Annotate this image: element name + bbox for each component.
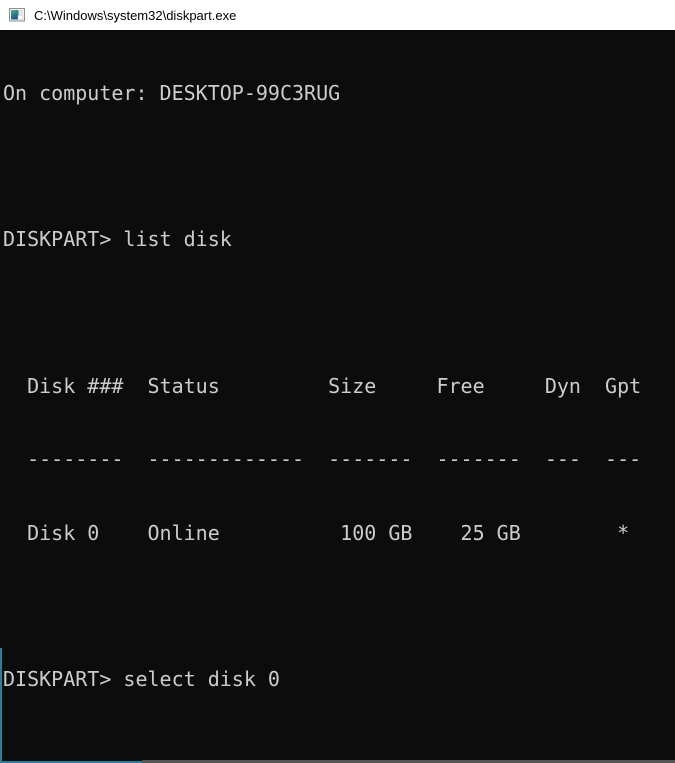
disk-table-divider: -------- ------------- ------- ------- -… bbox=[3, 447, 675, 471]
terminal-line bbox=[3, 301, 675, 325]
terminal-output[interactable]: On computer: DESKTOP-99C3RUG DISKPART> l… bbox=[0, 30, 675, 763]
console-app-icon bbox=[9, 7, 25, 23]
window-border-left bbox=[0, 648, 2, 763]
terminal-line: On computer: DESKTOP-99C3RUG bbox=[3, 81, 675, 105]
terminal-line bbox=[3, 154, 675, 178]
window-title: C:\Windows\system32\diskpart.exe bbox=[34, 8, 236, 23]
disk-table-row: Disk 0 Online 100 GB 25 GB * bbox=[3, 521, 675, 545]
terminal-line-command: DISKPART> select disk 0 bbox=[3, 667, 675, 691]
terminal-line bbox=[3, 594, 675, 618]
terminal-line-command: DISKPART> list disk bbox=[3, 227, 675, 251]
titlebar[interactable]: C:\Windows\system32\diskpart.exe bbox=[0, 0, 675, 30]
diskpart-console-window: C:\Windows\system32\diskpart.exe On comp… bbox=[0, 0, 675, 763]
disk-table-header: Disk ### Status Size Free Dyn Gpt bbox=[3, 374, 675, 398]
